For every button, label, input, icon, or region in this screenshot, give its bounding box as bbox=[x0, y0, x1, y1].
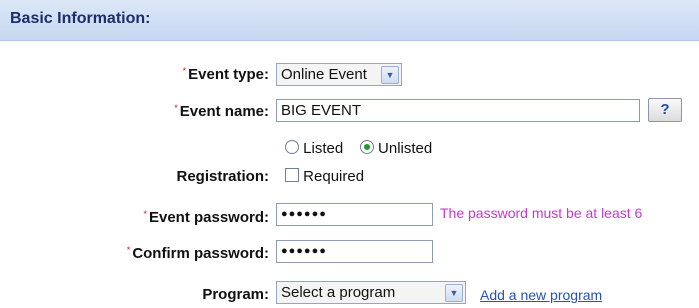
required-marker: * bbox=[126, 245, 131, 255]
event-name-value: BIG EVENT bbox=[281, 102, 362, 119]
section-header: Basic Information: bbox=[0, 0, 699, 41]
event-name-input[interactable]: BIG EVENT bbox=[276, 99, 640, 122]
add-program-link[interactable]: Add a new program bbox=[480, 287, 602, 303]
registration-label: Registration: bbox=[176, 168, 269, 185]
program-label: Program: bbox=[202, 286, 269, 303]
listed-radio-label: Listed bbox=[303, 140, 344, 157]
program-select[interactable]: Select a program ▼ bbox=[276, 281, 466, 304]
required-marker: * bbox=[174, 103, 178, 113]
chevron-down-icon: ▼ bbox=[381, 66, 399, 84]
listed-radio[interactable] bbox=[285, 140, 299, 154]
question-icon: ? bbox=[660, 101, 670, 118]
unlisted-radio[interactable] bbox=[359, 140, 374, 154]
help-button[interactable]: ? bbox=[648, 98, 682, 122]
event-type-select[interactable]: Online Event ▼ bbox=[276, 63, 402, 86]
required-checkbox-label: Required bbox=[303, 168, 365, 185]
unlisted-radio-label: Unlisted bbox=[378, 140, 433, 157]
required-checkbox[interactable] bbox=[285, 168, 299, 182]
password-hint: The password must be at least 6 bbox=[440, 205, 643, 221]
confirm-password-label: * Confirm password: bbox=[126, 245, 269, 262]
listing-radio-group: Listed Unlisted bbox=[285, 140, 432, 157]
event-password-input[interactable]: ●●●●●● bbox=[276, 203, 433, 226]
program-value: Select a program bbox=[281, 284, 396, 301]
section-title: Basic Information: bbox=[10, 10, 151, 27]
event-name-label: * Event name: bbox=[174, 103, 269, 120]
event-password-value: ●●●●●● bbox=[281, 208, 327, 220]
registration-required: Required bbox=[285, 168, 364, 185]
required-marker: * bbox=[182, 66, 187, 76]
confirm-password-value: ●●●●●● bbox=[281, 245, 327, 257]
event-type-value: Online Event bbox=[281, 66, 367, 83]
confirm-password-input[interactable]: ●●●●●● bbox=[276, 240, 433, 263]
chevron-down-icon: ▼ bbox=[445, 284, 463, 302]
event-type-label: * Event type: bbox=[182, 66, 269, 83]
event-password-label: * Event password: bbox=[143, 209, 269, 226]
required-marker: * bbox=[143, 209, 147, 219]
